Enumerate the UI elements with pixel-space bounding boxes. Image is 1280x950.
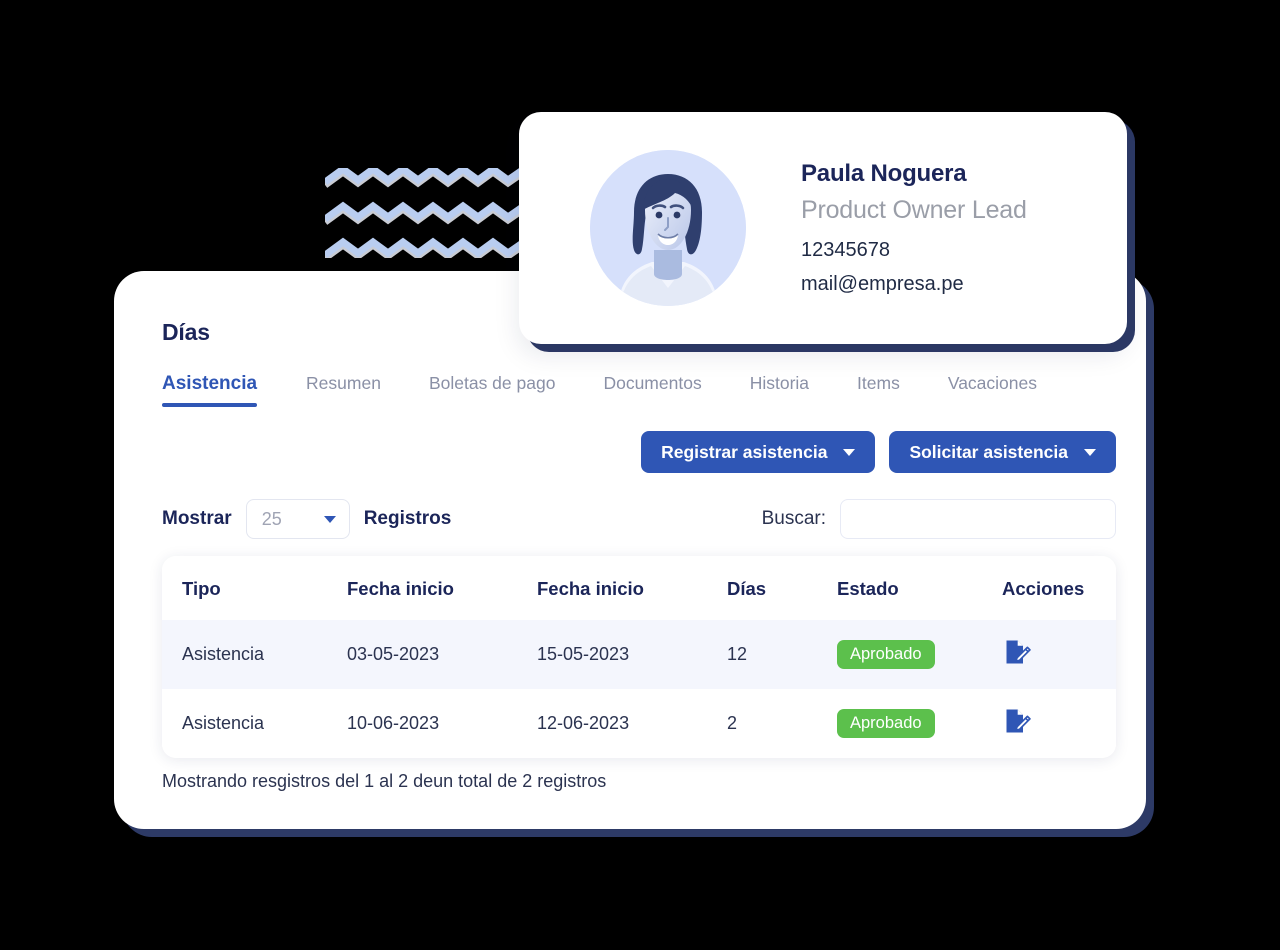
attendance-table: Tipo Fecha inicio Fecha inicio Días Esta… xyxy=(162,556,1116,758)
action-button-row: Registrar asistencia Solicitar asistenci… xyxy=(162,431,1116,473)
profile-details: Paula Noguera Product Owner Lead 1234567… xyxy=(801,160,1027,296)
solicitar-asistencia-button[interactable]: Solicitar asistencia xyxy=(889,431,1116,473)
buscar-label: Buscar: xyxy=(761,508,826,529)
tab-historia[interactable]: Historia xyxy=(750,373,809,406)
profile-name: Paula Noguera xyxy=(801,160,967,187)
cell-fecha-fin: 15-05-2023 xyxy=(537,620,727,689)
tab-resumen[interactable]: Resumen xyxy=(306,373,381,406)
tab-asistencia[interactable]: Asistencia xyxy=(162,373,258,407)
table-head: Tipo Fecha inicio Fecha inicio Días Esta… xyxy=(162,556,1116,620)
document-edit-icon[interactable] xyxy=(1002,637,1032,672)
registrar-asistencia-button[interactable]: Registrar asistencia xyxy=(641,431,876,473)
mostrar-label: Mostrar xyxy=(162,508,232,529)
solicitar-asistencia-label: Solicitar asistencia xyxy=(909,441,1068,462)
cell-acciones xyxy=(1002,689,1116,758)
cell-dias: 12 xyxy=(727,620,837,689)
cell-fecha-inicio: 03-05-2023 xyxy=(347,620,537,689)
attendance-table-card: Tipo Fecha inicio Fecha inicio Días Esta… xyxy=(162,556,1116,758)
tab-vacaciones[interactable]: Vacaciones xyxy=(948,373,1037,406)
profile-role: Product Owner Lead xyxy=(801,196,1027,224)
search-control: Buscar: xyxy=(762,499,1116,539)
chevron-down-icon xyxy=(323,515,336,523)
column-header-estado: Estado xyxy=(837,556,1002,620)
registrar-asistencia-label: Registrar asistencia xyxy=(661,441,828,462)
table-header-row: Tipo Fecha inicio Fecha inicio Días Esta… xyxy=(162,556,1116,620)
employee-profile-card: Paula Noguera Product Owner Lead 1234567… xyxy=(519,112,1127,344)
profile-email: mail@empresa.pe xyxy=(801,273,964,295)
zigzag-lines-decoration xyxy=(325,168,530,258)
table-row[interactable]: Asistencia 10-06-2023 12-06-2023 2 Aprob… xyxy=(162,689,1116,758)
status-badge: Aprobado xyxy=(837,708,935,739)
table-controls-row: Mostrar 25 Registros Buscar: xyxy=(162,499,1116,541)
avatar xyxy=(590,150,746,306)
tab-documentos[interactable]: Documentos xyxy=(603,373,701,406)
table-row[interactable]: Asistencia 03-05-2023 15-05-2023 12 Apro… xyxy=(162,620,1116,689)
column-header-dias: Días xyxy=(727,556,837,620)
table-summary: Mostrando resgistros del 1 al 2 deun tot… xyxy=(162,771,607,791)
tab-items[interactable]: Items xyxy=(857,373,900,406)
cell-fecha-inicio: 10-06-2023 xyxy=(347,689,537,758)
page-size-value: 25 xyxy=(261,508,282,529)
chevron-down-icon xyxy=(843,448,856,456)
screen: Días Asistencia Resumen Boletas de pago … xyxy=(0,0,1280,950)
page-size-control: Mostrar 25 Registros xyxy=(162,499,451,539)
cell-tipo: Asistencia xyxy=(162,620,347,689)
page-title: Días xyxy=(162,319,210,345)
cell-estado: Aprobado xyxy=(837,689,1002,758)
chevron-down-icon xyxy=(1084,448,1096,456)
cell-fecha-fin: 12-06-2023 xyxy=(537,689,727,758)
cell-acciones xyxy=(1002,620,1116,689)
attendance-panel: Días Asistencia Resumen Boletas de pago … xyxy=(114,271,1146,829)
registros-label: Registros xyxy=(363,508,452,529)
page-size-select[interactable]: 25 xyxy=(245,499,350,539)
cell-dias: 2 xyxy=(727,689,837,758)
column-header-fecha-inicio: Fecha inicio xyxy=(347,556,537,620)
column-header-fecha-fin: Fecha inicio xyxy=(537,556,727,620)
cell-tipo: Asistencia xyxy=(162,689,347,758)
profile-document: 12345678 xyxy=(801,239,890,261)
column-header-tipo: Tipo xyxy=(162,556,347,620)
table-body: Asistencia 03-05-2023 15-05-2023 12 Apro… xyxy=(162,620,1116,758)
tab-boletas-de-pago[interactable]: Boletas de pago xyxy=(429,373,556,406)
column-header-acciones: Acciones xyxy=(1002,556,1116,620)
status-badge: Aprobado xyxy=(837,639,935,670)
document-edit-icon[interactable] xyxy=(1002,706,1032,741)
cell-estado: Aprobado xyxy=(837,620,1002,689)
search-input[interactable] xyxy=(840,499,1116,539)
tab-bar: Asistencia Resumen Boletas de pago Docum… xyxy=(162,373,1085,407)
